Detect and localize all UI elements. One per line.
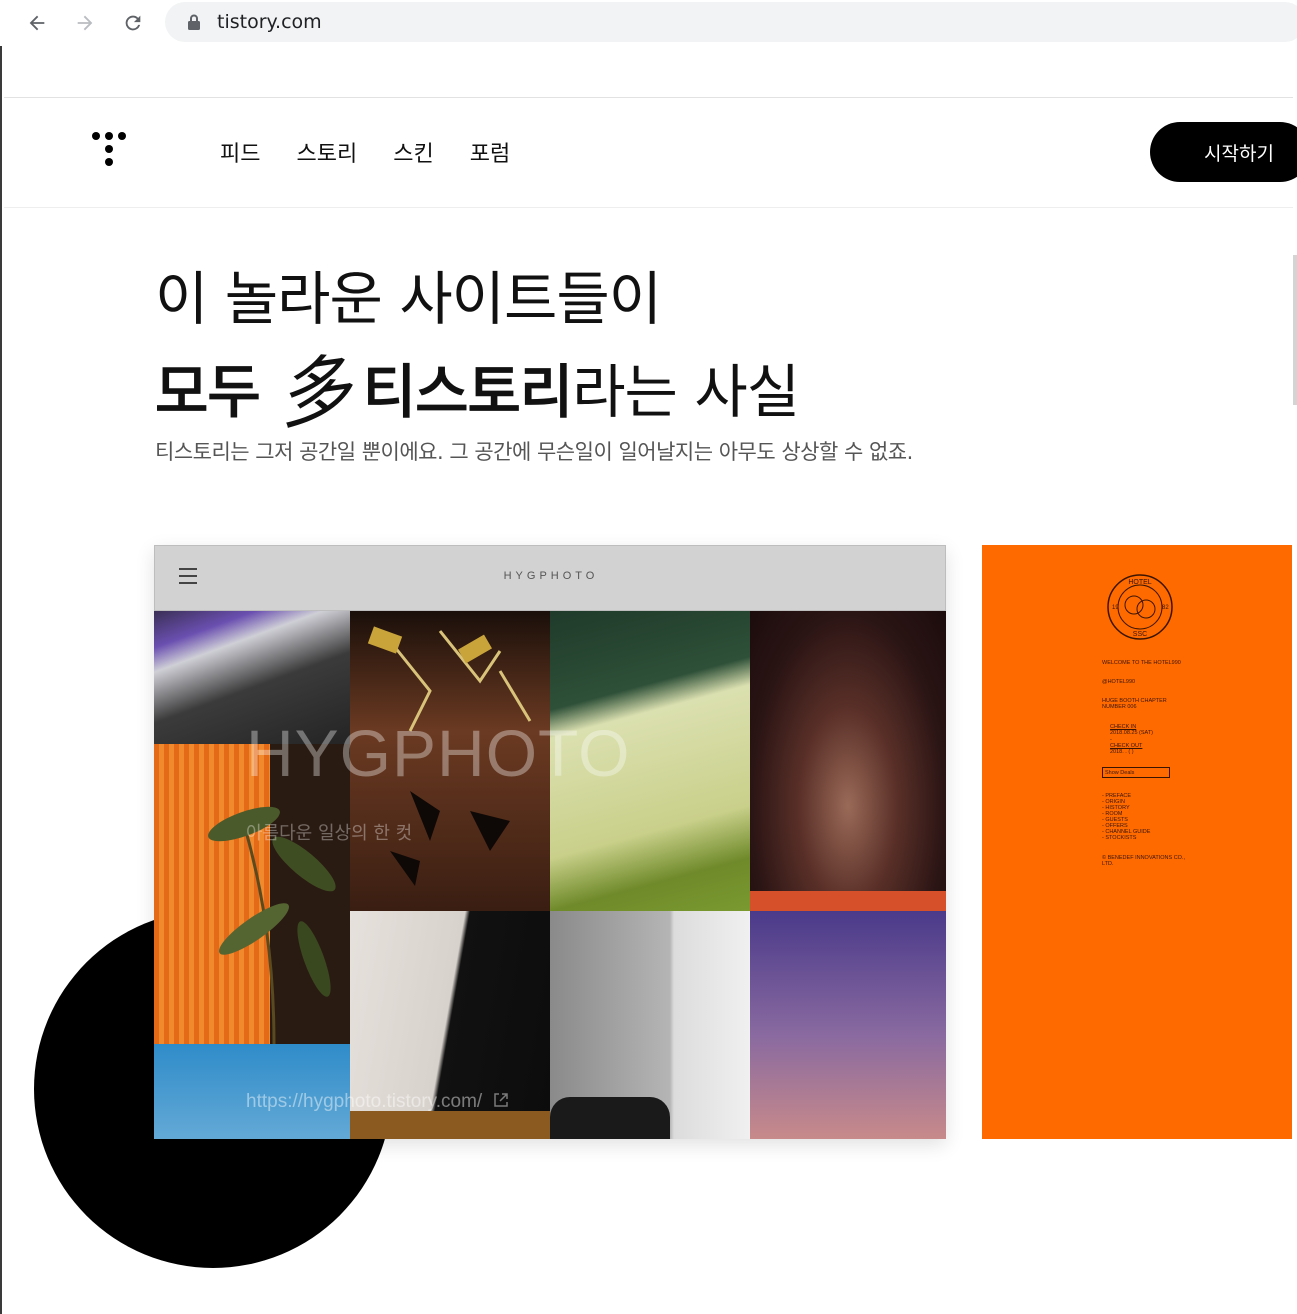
external-link-icon [494,1093,509,1107]
back-icon[interactable] [21,7,53,39]
hotel-copyright-2: LTD. [1102,861,1114,867]
hero-title-rest: 라는 사실 [572,357,800,426]
hotel-menu-item[interactable]: - STOCKISTS [1102,835,1136,842]
nav-feed[interactable]: 피드 [220,136,260,168]
hero-subtitle: 티스토리는 그저 공간일 뿐이에요. 그 공간에 무슨일이 일어날지는 아무도 … [155,440,913,464]
hero-title-bold-b: 티스토리 [362,357,573,426]
card-brand: HYGPHOTO [503,570,599,582]
forward-icon[interactable] [69,7,101,39]
overlay-link-text: https://hygphoto.tistory.com/ [246,1091,483,1112]
checkout-date: 2018. . ( ) [1110,749,1134,755]
photo-dark-room [750,611,946,911]
nav-forum[interactable]: 포럼 [470,136,510,168]
seal-right: 82 [1162,605,1169,611]
photo-grid: HYGPHOTO 아름다운 일상의 한 컷 https://hygphoto.t… [154,611,946,1139]
scrollbar-thumb[interactable] [1293,255,1297,405]
site-header: 피드 스토리 스킨 포럼 시작하기 [4,97,1297,208]
browser-toolbar: tistory.com [0,0,1297,46]
nav-story[interactable]: 스토리 [296,136,357,168]
seal-bottom: SSC [1133,631,1147,638]
lock-icon [188,14,200,30]
photo-marble [550,911,750,1139]
overlay-title: HYGPHOTO [246,716,631,790]
hero-title-line2: 모두 多 티스토리 라는 사실 [155,333,800,440]
showcase-card-hotel[interactable]: HOTEL 19 82 SSC WELCOME TO THE HOTEL990 … [982,545,1292,1139]
hotel-welcome: WELCOME TO THE HOTEL990 [1102,660,1181,666]
main-nav: 피드 스토리 스킨 포럼 [220,136,546,168]
reload-icon[interactable] [117,7,149,39]
overlay-link[interactable]: https://hygphoto.tistory.com/ [246,1091,509,1113]
viewport-edge [0,46,4,1314]
checkin-date: 2018.08.25 (SAT) [1110,730,1154,736]
hero-title-line1: 이 놀라운 사이트들이 [155,265,662,333]
show-deals-button[interactable]: Show Deals [1102,767,1170,778]
photo-gradient [750,911,946,1139]
hero-title-hanja: 多 [271,345,356,441]
hotel-chapter-2: NUMBER 006 [1102,704,1137,710]
address-bar[interactable]: tistory.com [165,2,1297,42]
hotel-handle: @HOTEL990 [1102,679,1136,685]
start-button[interactable]: 시작하기 [1150,122,1297,182]
hotel-copyright-1: © BENEDEF INNOVATIONS CO., [1102,855,1185,861]
url-text: tistory.com [217,11,322,33]
seal-left: 19 [1112,605,1119,611]
hotel-seal-icon: HOTEL 19 82 SSC [1107,574,1173,640]
nav-skin[interactable]: 스킨 [393,136,433,168]
overlay-subtitle: 아름다운 일상의 한 컷 [246,823,413,844]
showcase-card-hygphoto[interactable]: HYGPHOTO HYGPHOTO 아름다운 일상의 한 컷 https://h… [154,545,946,1139]
tistory-logo[interactable] [92,132,132,172]
seal-top: HOTEL [1128,579,1151,586]
hero-title-bold-a: 모두 [155,357,261,426]
card-header: HYGPHOTO [154,545,946,611]
